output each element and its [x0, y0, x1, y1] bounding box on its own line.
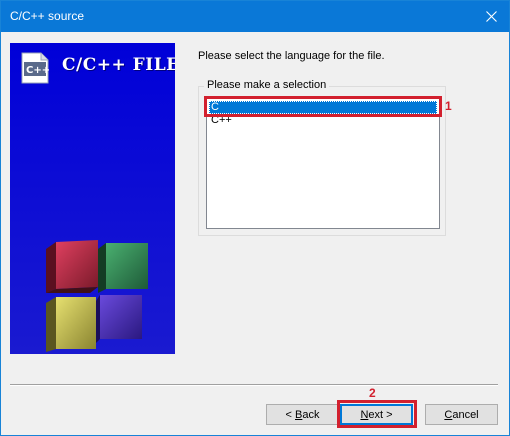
annotation-number-2: 2 [369, 386, 376, 400]
close-button[interactable] [473, 1, 509, 32]
cubes-logo [46, 240, 148, 352]
groupbox-label: Please make a selection [204, 79, 330, 91]
cpp-icon-text: C++ [26, 65, 49, 76]
wizard-banner: C++ C/C++ FILE [10, 43, 175, 354]
footer-separator [10, 384, 498, 386]
list-item-c[interactable]: C [209, 101, 437, 114]
cancel-button[interactable]: Cancel [425, 404, 498, 425]
window-title: C/C++ source [10, 9, 85, 23]
cpp-file-icon: C++ [21, 52, 49, 84]
back-button-label: < Back [285, 408, 320, 421]
back-button[interactable]: < Back [266, 404, 339, 425]
next-button-label: Next > [360, 408, 393, 421]
purple-cube [96, 295, 142, 343]
title-bar[interactable]: C/C++ source [1, 1, 509, 32]
list-item-cpp[interactable]: C++ [209, 114, 437, 127]
annotation-number-1: 1 [445, 99, 452, 113]
language-listbox[interactable]: C C++ [206, 98, 440, 229]
yellow-cube [46, 297, 96, 352]
close-icon [485, 11, 497, 22]
banner-title: C/C++ FILE [62, 55, 175, 75]
next-button[interactable]: Next > [340, 404, 413, 425]
green-cube [98, 243, 148, 293]
cancel-button-label: Cancel [444, 408, 479, 421]
red-cube [46, 240, 98, 293]
language-prompt: Please select the language for the file. [198, 50, 385, 62]
